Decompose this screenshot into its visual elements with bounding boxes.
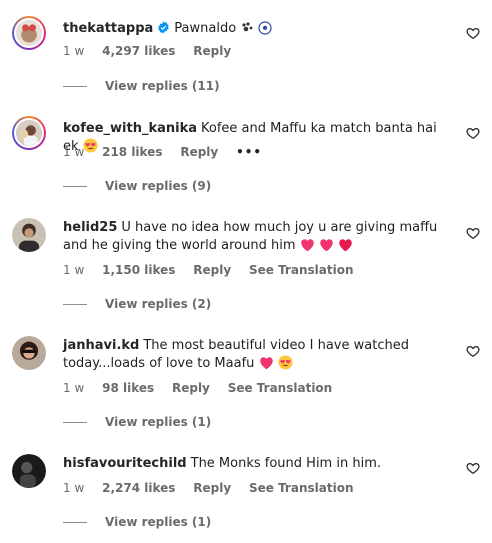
likes-count[interactable]: 2,274 likes: [102, 481, 175, 495]
divider-line: [63, 522, 87, 523]
view-replies-button[interactable]: View replies (1): [63, 415, 211, 429]
view-replies-button[interactable]: View replies (1): [63, 515, 211, 529]
comment-username[interactable]: helid25: [63, 220, 117, 235]
comment-text: Pawnaldo: [174, 21, 237, 36]
avatar[interactable]: [12, 336, 46, 370]
comment-meta: 1 w 4,297 likes Reply: [63, 44, 245, 58]
pink-heart-emoji: [259, 356, 274, 376]
comment-meta: 1 w 218 likes Reply •••: [63, 145, 276, 159]
divider-line: [63, 422, 87, 423]
soccer-ball-emoji: [258, 21, 273, 41]
avatar[interactable]: [12, 218, 46, 252]
heart-outline-icon[interactable]: [466, 226, 480, 240]
divider-line: [63, 86, 87, 87]
comment-body: janhavi.kd The most beautiful video I hav…: [63, 337, 444, 376]
avatar[interactable]: [12, 116, 46, 150]
reply-button[interactable]: Reply: [193, 263, 231, 277]
see-translation-button[interactable]: See Translation: [228, 381, 333, 395]
comment-username[interactable]: janhavi.kd: [63, 338, 139, 353]
comment-text: U have no idea how much joy u are giving…: [63, 220, 438, 253]
view-replies-label: View replies (2): [105, 297, 212, 311]
pink-heart-emoji: [319, 238, 334, 258]
view-replies-label: View replies (1): [105, 515, 212, 529]
view-replies-button[interactable]: View replies (2): [63, 297, 211, 311]
reply-button[interactable]: Reply: [172, 381, 210, 395]
reply-button[interactable]: Reply: [193, 44, 231, 58]
see-translation-button[interactable]: See Translation: [249, 263, 354, 277]
pink-heart-emoji: [300, 238, 315, 258]
red-heart-emoji: [338, 238, 353, 258]
heart-outline-icon[interactable]: [466, 461, 480, 475]
likes-count[interactable]: 1,150 likes: [102, 263, 175, 277]
comment-username[interactable]: hisfavouritechild: [63, 456, 187, 471]
likes-count[interactable]: 98 likes: [102, 381, 154, 395]
comment-body: helid25 U have no idea how much joy u are…: [63, 219, 444, 258]
heart-eyes-emoji: [278, 355, 293, 376]
comment-username[interactable]: thekattappa: [63, 21, 153, 36]
comment-username[interactable]: kofee_with_kanika: [63, 121, 197, 136]
see-translation-button[interactable]: See Translation: [249, 481, 354, 495]
comment-meta: 1 w 2,274 likes Reply See Translation: [63, 481, 367, 495]
comment-text: The Monks found Him in him.: [190, 456, 381, 471]
comment-time: 1 w: [63, 481, 85, 495]
comment-meta: 1 w 1,150 likes Reply See Translation: [63, 263, 367, 277]
reply-button[interactable]: Reply: [180, 145, 218, 159]
avatar[interactable]: [12, 16, 46, 50]
comment-time: 1 w: [63, 263, 85, 277]
comment-time: 1 w: [63, 44, 85, 58]
reply-button[interactable]: Reply: [193, 481, 231, 495]
likes-count[interactable]: 4,297 likes: [102, 44, 175, 58]
view-replies-label: View replies (1): [105, 415, 212, 429]
avatar[interactable]: [12, 454, 46, 488]
comment-body: hisfavouritechild The Monks found Him in …: [63, 455, 444, 473]
view-replies-button[interactable]: View replies (11): [63, 79, 220, 93]
more-options-button[interactable]: •••: [236, 145, 262, 159]
comment-time: 1 w: [63, 145, 85, 159]
heart-outline-icon[interactable]: [466, 344, 480, 358]
divider-line: [63, 304, 87, 305]
view-replies-label: View replies (9): [105, 179, 212, 193]
verified-badge-icon: [157, 21, 170, 40]
heart-outline-icon[interactable]: [466, 126, 480, 140]
paw-prints-emoji: [240, 21, 254, 41]
heart-outline-icon[interactable]: [466, 26, 480, 40]
comment-meta: 1 w 98 likes Reply See Translation: [63, 381, 346, 395]
view-replies-label: View replies (11): [105, 79, 220, 93]
comment-time: 1 w: [63, 381, 85, 395]
likes-count[interactable]: 218 likes: [102, 145, 162, 159]
comment-body: thekattappa Pawnaldo: [63, 20, 444, 41]
view-replies-button[interactable]: View replies (9): [63, 179, 211, 193]
divider-line: [63, 186, 87, 187]
